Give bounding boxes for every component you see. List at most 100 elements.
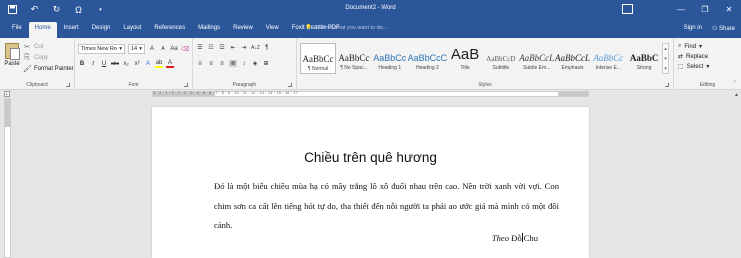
copy-button[interactable]: ⎘ Copy xyxy=(23,54,48,62)
shading-icon[interactable]: ◈ xyxy=(251,60,259,67)
paste-button[interactable]: Paste xyxy=(3,43,21,67)
tab-view[interactable]: View xyxy=(260,22,285,38)
italic-button[interactable]: I xyxy=(89,61,97,67)
ribbon-display-options-icon[interactable] xyxy=(622,4,633,14)
style-preview: AaBbCc xyxy=(593,53,624,63)
style-item[interactable]: AaBbCc Heading 1 xyxy=(372,43,408,74)
style-preview: AaBbCc xyxy=(302,54,334,64)
align-right-icon[interactable]: ≡ xyxy=(218,61,226,67)
style-preview: AaB xyxy=(450,46,480,63)
style-item[interactable]: AaBbCcL Emphasis xyxy=(555,43,591,74)
center-icon[interactable]: ≡ xyxy=(207,61,215,67)
minimize-icon[interactable]: — xyxy=(669,0,693,19)
style-item[interactable]: AaBbCc ¶ Normal xyxy=(300,43,337,74)
style-item[interactable]: AaBbCcD Subtitle xyxy=(483,43,519,74)
text-effects-icon[interactable]: A xyxy=(144,61,152,67)
style-preview: AaBbCc xyxy=(338,53,370,63)
font-color-icon[interactable]: A xyxy=(166,60,175,68)
font-name-select[interactable]: Times New Ro ▾ xyxy=(78,44,125,54)
cut-button[interactable]: ✂ Cut xyxy=(23,43,43,51)
chevron-down-icon: ▾ xyxy=(706,64,710,70)
tab-mailings[interactable]: Mailings xyxy=(192,22,226,38)
bullets-icon[interactable]: ☰ xyxy=(196,44,204,51)
attribution-author-first: Đỗ xyxy=(511,233,522,243)
style-item[interactable]: AaBbCcC Heading 2 xyxy=(408,43,448,74)
numbering-icon[interactable]: ☷ xyxy=(207,44,215,51)
style-name: Emphasis xyxy=(561,65,584,71)
bold-button[interactable]: B xyxy=(78,61,86,67)
borders-icon[interactable]: ⊞ xyxy=(262,60,270,67)
style-item[interactable]: AaBbCcL Subtle Em... xyxy=(519,43,555,74)
tell-me-box[interactable]: 💡 Tell me what you want to do... xyxy=(305,25,387,31)
document-page[interactable]: Chiều trên quê hương Đó là một biểu chiề… xyxy=(152,107,589,258)
document-paragraph[interactable]: Đó là một biểu chiều mùa hạ có mây trắng… xyxy=(214,177,559,236)
tab-file[interactable]: File xyxy=(6,22,28,38)
tab-selector[interactable]: L xyxy=(4,91,10,97)
collapse-ribbon-icon[interactable]: ⌃ xyxy=(733,80,737,86)
vertical-ruler[interactable] xyxy=(4,98,11,258)
change-case-button[interactable]: Aa xyxy=(170,46,178,52)
superscript-button[interactable]: x² xyxy=(133,61,141,67)
style-item[interactable]: AaBbCc Intense E... xyxy=(590,43,626,74)
chevron-down-icon: ▾ xyxy=(699,44,703,50)
increase-indent-icon[interactable]: ⇥ xyxy=(240,44,248,51)
document-heading[interactable]: Chiều trên quê hương xyxy=(152,150,589,165)
sign-in-link[interactable]: Sign in xyxy=(684,25,702,32)
grow-font-button[interactable]: A xyxy=(148,46,156,52)
restore-icon[interactable]: ❐ xyxy=(693,0,717,19)
underline-button[interactable]: U xyxy=(100,61,108,67)
style-name: Subtitle xyxy=(492,65,510,71)
multilevel-list-icon[interactable]: ☲ xyxy=(218,44,226,51)
paragraph-launcher-icon[interactable] xyxy=(288,83,292,87)
show-hide-button[interactable]: ¶ xyxy=(263,45,271,51)
vertical-scrollbar[interactable] xyxy=(732,90,741,258)
highlight-icon[interactable]: ab xyxy=(155,60,164,68)
select-button[interactable]: ⬚ Select ▾ xyxy=(678,63,710,71)
style-item[interactable]: AaB Title xyxy=(447,43,483,74)
select-icon: ⬚ xyxy=(678,64,684,70)
font-group: Times New Ro ▾ 14 ▾ A A Aa ⌫ B I U abc x₂ … xyxy=(75,38,193,90)
subscript-button[interactable]: x₂ xyxy=(122,61,130,67)
font-size-select[interactable]: 14 ▾ xyxy=(128,44,145,54)
font-launcher-icon[interactable] xyxy=(184,83,188,87)
align-left-icon[interactable]: ≡ xyxy=(196,61,204,67)
horizontal-ruler[interactable]: 3 · 2 · 1 · 1 · 1 · 2 · 3 · 4 · 5 · 6 · … xyxy=(152,91,589,97)
style-preview: AaBbCcD xyxy=(486,55,516,63)
tab-insert[interactable]: Insert xyxy=(58,22,85,38)
attribution-author-last: Chu xyxy=(523,233,538,243)
decrease-indent-icon[interactable]: ⇤ xyxy=(229,44,237,51)
clipboard-launcher-icon[interactable] xyxy=(66,83,70,87)
tab-review[interactable]: Review xyxy=(227,22,259,38)
person-icon: ⚇ xyxy=(711,26,719,32)
strikethrough-button[interactable]: abc xyxy=(111,61,119,67)
replace-button[interactable]: ⇄ Replace xyxy=(678,53,708,61)
ribbon-tab-bar: File Home Insert Design Layout Reference… xyxy=(0,19,741,38)
format-painter-button[interactable]: 🖌 Format Painter xyxy=(23,65,74,73)
style-item[interactable]: AaBbCc ¶ No Spac... xyxy=(336,43,372,74)
styles-launcher-icon[interactable] xyxy=(665,83,669,87)
close-icon[interactable]: ✕ xyxy=(717,0,741,19)
tab-home[interactable]: Home xyxy=(28,22,57,38)
tab-references[interactable]: References xyxy=(148,22,191,38)
scroll-up-icon[interactable]: ▲ xyxy=(734,92,739,98)
style-preview: AaBbC xyxy=(629,53,659,63)
justify-icon[interactable]: ≣ xyxy=(229,60,237,67)
shrink-font-button[interactable]: A xyxy=(159,46,167,52)
line-spacing-icon[interactable]: ↕ xyxy=(240,61,248,67)
sort-button[interactable]: A↓Z xyxy=(251,45,260,51)
find-button[interactable]: ⌕ Find ▾ xyxy=(678,43,702,50)
share-button[interactable]: ⚇ Share xyxy=(712,25,735,32)
style-item[interactable]: AaBbC Strong xyxy=(626,43,662,74)
font-group-label: Font xyxy=(128,82,139,88)
styles-group-label: Styles xyxy=(478,82,492,88)
styles-gallery: AaBbCc ¶ Normal AaBbCc ¶ No Spac... AaBbCc He… xyxy=(300,43,662,74)
styles-gallery-scroll[interactable]: ▴ ▾ ▾ xyxy=(662,43,669,74)
tab-design[interactable]: Design xyxy=(86,22,117,38)
clear-formatting-icon[interactable]: ⌫ xyxy=(181,46,189,53)
style-name: Strong xyxy=(636,65,652,71)
document-attribution[interactable]: Theo Đỗ Chu xyxy=(492,233,538,243)
ruler-strip: 3 · 2 · 1 · 1 · 1 · 2 · 3 · 4 · 5 · 6 · … xyxy=(0,90,741,98)
tab-layout[interactable]: Layout xyxy=(117,22,147,38)
clipboard-group-label: Clipboard xyxy=(26,82,48,88)
title-bar: ↶ ↻ Ω ▾ Document2 - Word — ❐ ✕ xyxy=(0,0,741,19)
